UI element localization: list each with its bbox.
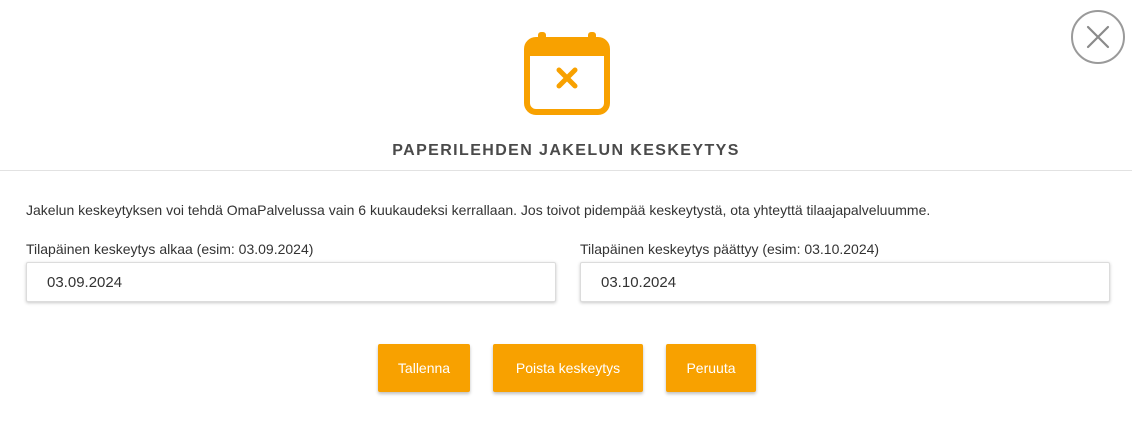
cancel-button[interactable]: Peruuta xyxy=(666,344,756,392)
dialog-title: PAPERILEHDEN JAKELUN KESKEYTYS xyxy=(392,142,740,159)
remove-suspension-button[interactable]: Poista keskeytys xyxy=(493,344,643,392)
end-date-label: Tilapäinen keskeytys päättyy (esim: 03.1… xyxy=(580,241,880,257)
close-button[interactable] xyxy=(1071,10,1125,64)
save-button[interactable]: Tallenna xyxy=(378,344,470,392)
calendar-cancel-icon xyxy=(524,32,610,115)
suspension-dialog: PAPERILEHDEN JAKELUN KESKEYTYS Jakelun k… xyxy=(0,0,1132,444)
close-icon xyxy=(1086,25,1110,49)
info-text: Jakelun keskeytyksen voi tehdä OmaPalvel… xyxy=(26,202,931,218)
start-date-input[interactable] xyxy=(26,262,556,302)
header-divider xyxy=(0,170,1132,171)
start-date-label: Tilapäinen keskeytys alkaa (esim: 03.09.… xyxy=(26,241,314,257)
end-date-input[interactable] xyxy=(580,262,1110,302)
